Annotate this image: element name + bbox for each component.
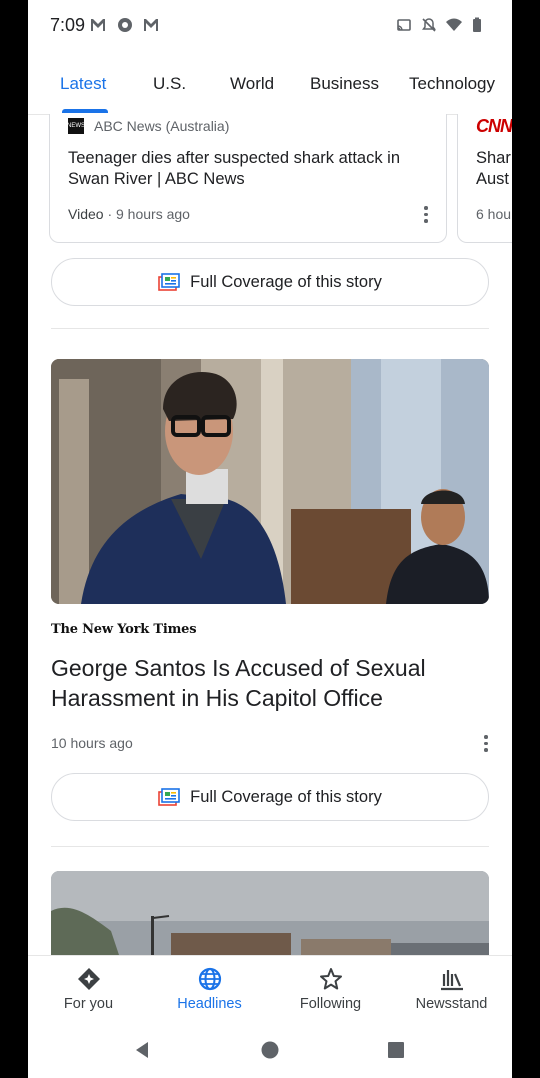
full-coverage-button[interactable]: Full Coverage of this story	[51, 773, 489, 821]
nav-for-you[interactable]: For you	[28, 956, 149, 1026]
nav-headlines[interactable]: Headlines	[149, 956, 270, 1026]
story-card[interactable]: CNN Shar Aust 6 hou	[457, 114, 512, 243]
divider	[51, 328, 489, 329]
newsstand-icon	[441, 970, 463, 991]
battery-icon	[473, 17, 481, 32]
nav-label: Newsstand	[415, 996, 488, 1012]
story-image[interactable]	[51, 359, 489, 604]
cnn-logo: CNN	[476, 116, 512, 136]
full-coverage-icon	[158, 273, 180, 291]
tab-business[interactable]: Business	[310, 74, 379, 94]
home-icon[interactable]	[260, 1040, 280, 1060]
full-coverage-icon	[158, 788, 180, 806]
settings-app-icon	[118, 18, 132, 32]
globe-icon	[198, 967, 222, 991]
nav-label: For you	[63, 996, 114, 1012]
section-tabs: Latest U.S. World Business Technology	[28, 52, 512, 115]
story-time: 10 hours ago	[51, 735, 133, 751]
active-tab-indicator	[62, 109, 108, 113]
gmail-icon	[91, 19, 105, 31]
recents-icon[interactable]	[386, 1040, 406, 1060]
nav-label: Following	[299, 996, 362, 1012]
card-title: Shar Aust	[476, 149, 511, 188]
card-time: · 9 hours ago	[107, 206, 190, 222]
app-screen: 7:09 Latest U.S. World Business Technolo…	[28, 0, 512, 1078]
more-options-icon[interactable]	[484, 735, 488, 753]
nav-newsstand[interactable]: Newsstand	[391, 956, 512, 1026]
card-source: NEWS ABC News (Australia)	[67, 118, 230, 134]
card-meta: 6 hou	[476, 206, 512, 222]
story-headline[interactable]: George Santos Is Accused of Sexual Haras…	[51, 653, 471, 713]
video-label: Video	[68, 206, 104, 222]
back-icon[interactable]	[132, 1040, 152, 1060]
tab-technology[interactable]: Technology	[409, 74, 495, 94]
star-icon	[320, 968, 342, 990]
story-image[interactable]	[51, 871, 489, 961]
gmail-icon	[144, 19, 158, 31]
wifi-icon	[446, 18, 462, 31]
divider	[51, 846, 489, 847]
story-card[interactable]: NEWS ABC News (Australia) Teenager dies …	[49, 114, 447, 243]
bottom-navigation: For you Headlines Following Newsstand	[28, 955, 512, 1026]
for-you-icon	[78, 968, 100, 990]
full-coverage-button[interactable]: Full Coverage of this story	[51, 258, 489, 306]
abc-news-logo: NEWS	[67, 118, 85, 134]
source-name: ABC News (Australia)	[94, 118, 230, 134]
more-options-icon[interactable]	[424, 206, 428, 224]
nav-following[interactable]: Following	[270, 956, 391, 1026]
nav-label: Headlines	[177, 996, 242, 1012]
status-bar: 7:09	[28, 0, 512, 52]
status-time: 7:09	[50, 15, 86, 35]
full-coverage-label: Full Coverage of this story	[190, 787, 382, 806]
full-coverage-label: Full Coverage of this story	[190, 272, 382, 291]
tab-us[interactable]: U.S.	[153, 74, 186, 94]
card-title: Teenager dies after suspected shark atta…	[68, 149, 401, 188]
bell-off-icon	[422, 18, 436, 32]
system-navigation-bar	[28, 1025, 512, 1078]
tab-latest[interactable]: Latest	[60, 74, 106, 94]
tab-world[interactable]: World	[230, 74, 274, 94]
cast-icon	[397, 19, 411, 31]
publisher-logo: The New York Times	[51, 622, 197, 637]
card-meta: Video · 9 hours ago	[68, 206, 190, 222]
